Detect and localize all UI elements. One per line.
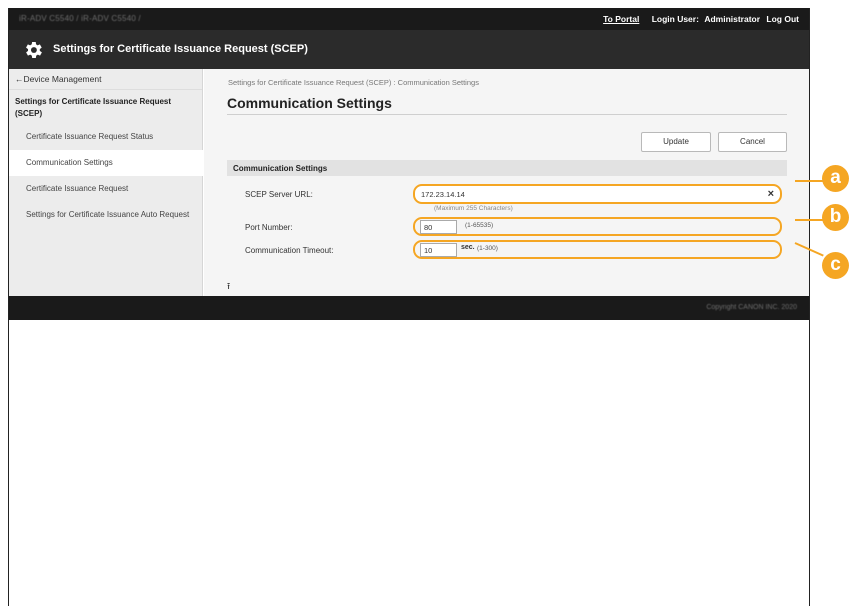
login-user-label: Login User: bbox=[651, 14, 699, 24]
callout-b-leader bbox=[795, 219, 823, 221]
sidebar-item-communication-settings[interactable]: Communication Settings bbox=[9, 150, 203, 176]
back-to-device-management-link[interactable]: ←Device Management bbox=[9, 69, 202, 90]
logout-link[interactable]: Log Out bbox=[766, 14, 799, 24]
clear-icon[interactable]: × bbox=[768, 187, 774, 201]
scep-url-highlight: × bbox=[413, 184, 782, 204]
top-bar-links: To Portal Login User: Administrator Log … bbox=[593, 14, 799, 24]
update-button[interactable]: Update bbox=[641, 132, 711, 152]
cancel-button[interactable]: Cancel bbox=[718, 132, 787, 152]
port-number-input[interactable] bbox=[420, 220, 457, 234]
device-name: iR-ADV C5540 / iR-ADV C5540 / bbox=[19, 14, 141, 23]
port-number-label: Port Number: bbox=[245, 223, 293, 232]
timeout-unit: sec. bbox=[461, 244, 475, 251]
page-title: Communication Settings bbox=[227, 95, 392, 111]
gear-icon bbox=[26, 42, 42, 58]
callout-a-leader bbox=[795, 180, 823, 182]
scep-url-input[interactable] bbox=[421, 187, 751, 201]
title-divider bbox=[227, 114, 787, 115]
title-bar: Settings for Certificate Issuance Reques… bbox=[9, 30, 809, 69]
copyright-text: Copyright CANON INC. 2020 bbox=[706, 304, 797, 311]
main-content: Settings for Certificate Issuance Reques… bbox=[204, 69, 809, 296]
callout-b: b bbox=[822, 204, 849, 231]
callout-c: c bbox=[822, 252, 849, 279]
breadcrumb: Settings for Certificate Issuance Reques… bbox=[228, 78, 479, 87]
scep-url-label: SCEP Server URL: bbox=[245, 190, 313, 199]
sidebar-item-issuance-request[interactable]: Certificate Issuance Request bbox=[9, 176, 202, 202]
timeout-input[interactable] bbox=[420, 243, 457, 257]
port-number-highlight: (1-65535) bbox=[413, 217, 782, 236]
page-header-title: Settings for Certificate Issuance Reques… bbox=[53, 43, 308, 55]
settings-panel: Communication Settings SCEP Server URL: … bbox=[227, 160, 787, 270]
timeout-highlight: sec. (1-300) bbox=[413, 240, 782, 259]
callout-a: a bbox=[822, 165, 849, 192]
footer: Copyright CANON INC. 2020 bbox=[9, 296, 809, 320]
scep-url-note: (Maximum 255 Characters) bbox=[434, 205, 513, 212]
login-user-name: Administrator bbox=[704, 14, 761, 24]
scroll-to-top-icon[interactable]: ⭱ bbox=[227, 279, 230, 295]
timeout-range: (1-300) bbox=[477, 245, 498, 252]
panel-title: Communication Settings bbox=[227, 160, 787, 176]
sidebar-section-title: Settings for Certificate Issuance Reques… bbox=[15, 97, 172, 118]
port-number-range: (1-65535) bbox=[465, 222, 494, 229]
top-bar: iR-ADV C5540 / iR-ADV C5540 / To Portal … bbox=[9, 8, 809, 30]
sidebar-item-request-status[interactable]: Certificate Issuance Request Status bbox=[9, 124, 202, 150]
timeout-label: Communication Timeout: bbox=[245, 246, 334, 255]
sidebar: ←Device Management Settings for Certific… bbox=[9, 69, 203, 296]
browser-frame: iR-ADV C5540 / iR-ADV C5540 / To Portal … bbox=[8, 8, 810, 606]
sidebar-item-auto-request[interactable]: Settings for Certificate Issuance Auto R… bbox=[9, 202, 202, 228]
to-portal-link[interactable]: To Portal bbox=[603, 14, 639, 24]
